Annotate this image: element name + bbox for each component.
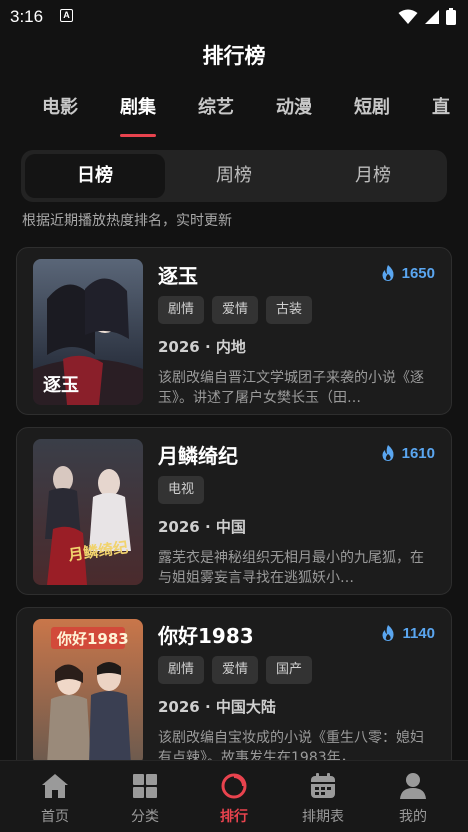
signal-icon [425, 9, 439, 24]
nav-label: 排期表 [302, 809, 344, 825]
tag[interactable]: 爱情 [212, 296, 259, 324]
nav-ranking[interactable]: 排行 [189, 761, 279, 832]
home-icon [42, 774, 68, 798]
wifi-icon [398, 9, 418, 24]
tab-short-drama[interactable]: 短剧 [354, 93, 390, 119]
item-title: 你好1983 [158, 624, 254, 648]
tag-list: 剧情 爱情 国产 [158, 656, 313, 684]
tag[interactable]: 电视 [158, 476, 205, 504]
nav-label: 首页 [41, 809, 69, 825]
tag-list: 电视 [158, 476, 205, 504]
tab-daily[interactable]: 日榜 [25, 154, 165, 198]
item-description: 该剧改编自晋江文学城团子来袭的小说《逐玉》。讲述了屠户女樊长玉（田… [158, 370, 424, 406]
poster-image: 月鳞绮纪 [33, 439, 143, 585]
poster-logo-text: 逐玉 [43, 375, 79, 396]
tag[interactable]: 剧情 [158, 296, 205, 324]
tag[interactable]: 剧情 [158, 656, 205, 684]
nav-profile[interactable]: 我的 [368, 761, 458, 832]
tab-series[interactable]: 剧集 [120, 93, 156, 119]
ranking-card[interactable]: 逐玉 逐玉 1650 剧情 爱情 古装 2026 · 内地 该剧改编自晋江文学城… [16, 247, 452, 415]
poster-image: 逐玉 [33, 259, 143, 405]
tab-anime[interactable]: 动漫 [276, 93, 312, 119]
poster-logo-text: 你好1983 [56, 630, 129, 648]
bottom-nav: 首页 分类 排行 排期表 我的 [0, 760, 468, 832]
heat-value: 1610 [401, 444, 435, 462]
ranking-hint: 根据近期播放热度排名，实时更新 [22, 213, 232, 229]
poster-image: 你好1983 [33, 619, 143, 765]
nav-home[interactable]: 首页 [10, 761, 100, 832]
ranking-card[interactable]: 你好1983 你好1983 1140 剧情 爱情 国产 2026 · 中国大陆 … [16, 607, 452, 775]
heat-value: 1140 [402, 624, 435, 642]
period-switch: 日榜 周榜 月榜 [21, 150, 447, 202]
nav-schedule[interactable]: 排期表 [278, 761, 368, 832]
heat-value: 1650 [401, 264, 435, 282]
notification-a-icon: A [60, 9, 73, 22]
grid-icon [133, 774, 157, 798]
status-bar: 3:16 A [0, 0, 468, 34]
item-description: 露芜衣是神秘组织无相月最小的九尾狐，在与姐姐雾妄言寻找在逃狐妖小… [158, 550, 424, 586]
item-title: 月鳞绮纪 [158, 444, 238, 468]
status-icons [398, 8, 456, 25]
tab-weekly[interactable]: 周榜 [164, 154, 304, 198]
tab-movie[interactable]: 电影 [42, 93, 78, 119]
profile-icon [400, 773, 426, 799]
heat-score: 1610 [380, 444, 435, 462]
nav-category[interactable]: 分类 [100, 761, 190, 832]
ranking-card[interactable]: 月鳞绮纪 月鳞绮纪 1610 电视 2026 · 中国 露芜衣是神秘组织无相月最… [16, 427, 452, 595]
heat-score: 1650 [380, 264, 435, 282]
page-title: 排行榜 [202, 44, 266, 68]
flame-icon [382, 445, 394, 461]
tab-monthly[interactable]: 月榜 [303, 154, 443, 198]
item-title: 逐玉 [158, 264, 198, 288]
battery-icon [446, 8, 456, 25]
tag[interactable]: 爱情 [212, 656, 259, 684]
category-tabs: 电影 剧集 综艺 动漫 短剧 直 [0, 93, 468, 139]
flame-icon [382, 265, 394, 281]
nav-label: 我的 [399, 809, 427, 825]
item-meta: 2026 · 内地 [158, 338, 246, 356]
heat-score: 1140 [380, 624, 435, 642]
tag-list: 剧情 爱情 古装 [158, 296, 313, 324]
tag[interactable]: 古装 [266, 296, 313, 324]
calendar-icon [311, 773, 335, 798]
nav-label: 排行 [220, 809, 248, 825]
tab-live[interactable]: 直 [432, 93, 450, 119]
tab-variety[interactable]: 综艺 [198, 93, 234, 119]
item-meta: 2026 · 中国大陆 [158, 698, 276, 716]
status-time: 3:16 [10, 7, 44, 26]
nav-label: 分类 [131, 809, 159, 825]
flame-icon [382, 625, 394, 641]
tag[interactable]: 国产 [266, 656, 313, 684]
ranking-icon [221, 773, 247, 799]
active-tab-indicator [120, 134, 156, 137]
item-meta: 2026 · 中国 [158, 518, 246, 536]
